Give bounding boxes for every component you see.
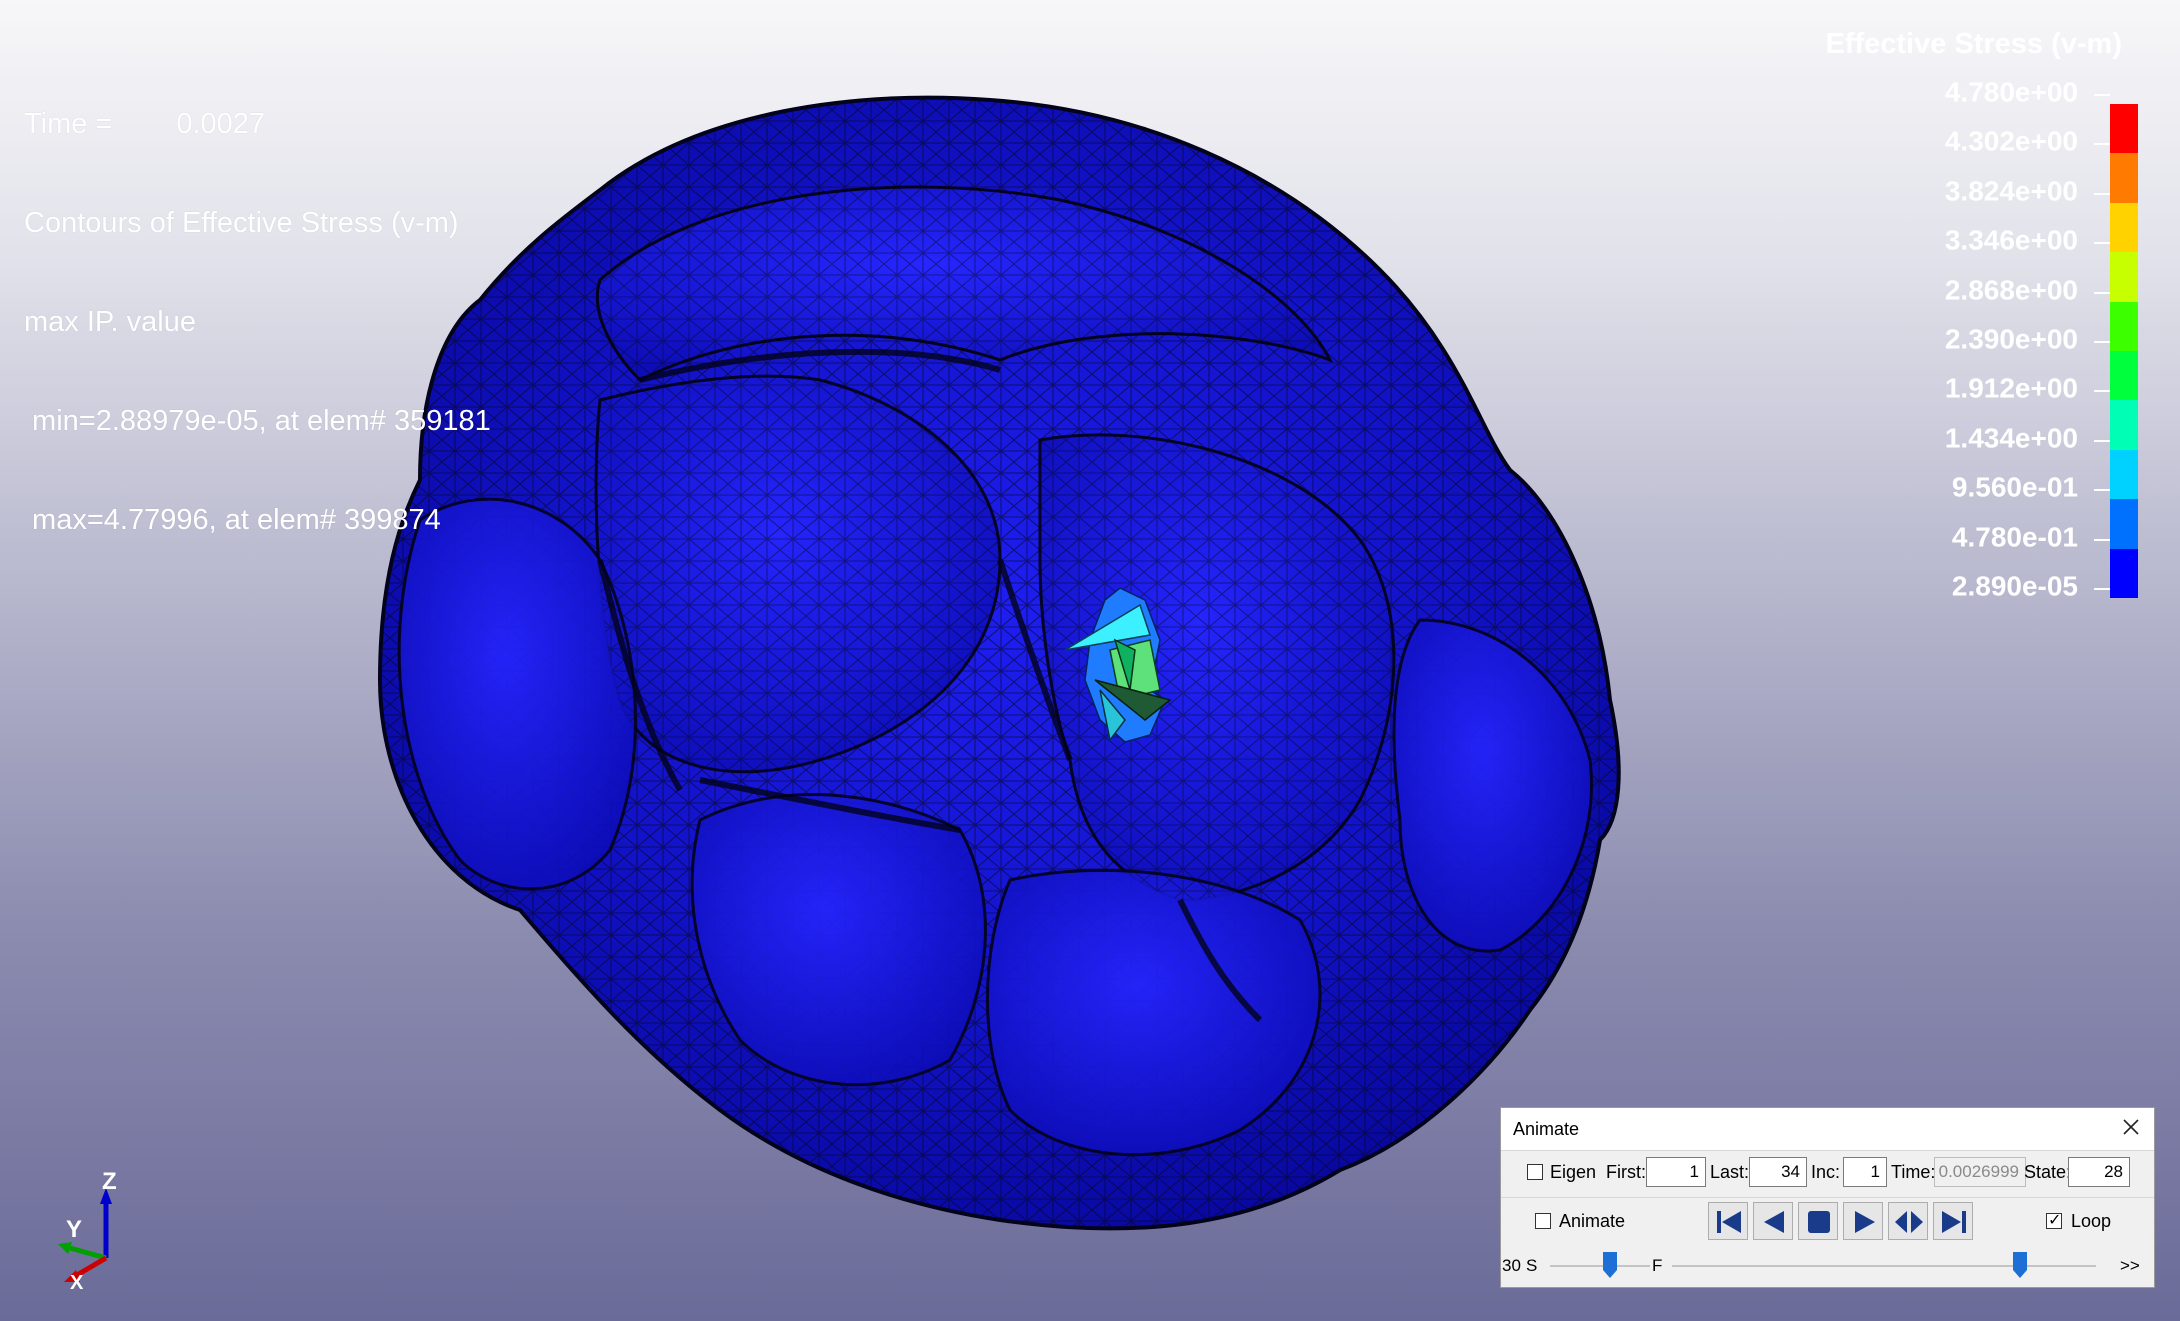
last-field[interactable]: 34: [1749, 1157, 1807, 1187]
legend-color-band: [2110, 499, 2138, 549]
legend-label: 1.434e+00: [1944, 422, 2078, 454]
legend-label: 2.890e-05: [1951, 570, 2078, 602]
z-axis-label: Z: [102, 1168, 117, 1195]
speed-value: 30: [1502, 1256, 1521, 1275]
legend-color-band: [2110, 548, 2138, 598]
legend-label: 1.912e+00: [1944, 372, 2078, 404]
legend-label: 4.780e+00: [1944, 76, 2078, 108]
state-slider-track[interactable]: [1672, 1265, 2096, 1267]
play-icon: [1855, 1211, 1875, 1233]
time-value: 0.0027: [176, 108, 266, 140]
first-frame-button[interactable]: [1708, 1202, 1748, 1240]
time-field: 0.0026999: [1934, 1157, 2026, 1187]
legend-tick: [2094, 439, 2110, 442]
result-info-overlay: Time = 0.0027 Contours of Effective Stres…: [24, 42, 491, 603]
legend-label: 2.390e+00: [1944, 323, 2078, 355]
legend-label: 4.302e+00: [1944, 125, 2078, 157]
legend-tick: [2094, 341, 2110, 343]
legend-title: Effective Stress (v-m): [1825, 28, 2122, 60]
legend-tick: [2094, 143, 2110, 146]
speed-slider-track[interactable]: [1550, 1265, 1650, 1267]
animate-label: Animate: [1559, 1211, 1626, 1231]
first-field[interactable]: 1: [1646, 1157, 1706, 1187]
legend-tick: [2094, 192, 2110, 195]
legend-tick: [2094, 242, 2110, 245]
step-both-icon: [1895, 1211, 1923, 1233]
legend-tick: [2094, 291, 2110, 294]
stop-icon: [1808, 1211, 1830, 1233]
max-value-line: max=4.77996, at elem# 399874: [24, 504, 441, 536]
legend-color-band: [2110, 400, 2138, 450]
last-frame-icon: [1942, 1211, 1966, 1233]
legend-color-band: [2110, 104, 2138, 154]
legend-tick: [2094, 390, 2110, 393]
inc-field[interactable]: 1: [1843, 1157, 1887, 1187]
legend-label: 2.868e+00: [1944, 273, 2078, 305]
legend-color-band: [2110, 351, 2138, 401]
stress-color-legend: 4.780e+00 4.302e+00 3.824e+00 3.346e+00 2.86…: [1880, 76, 2140, 602]
dialog-title: Animate: [1513, 1119, 1580, 1139]
time-label: Time =: [24, 108, 113, 140]
time-field-label: Time:: [1891, 1162, 1936, 1182]
last-label: Last:: [1710, 1162, 1750, 1182]
legend-label: 3.824e+00: [1944, 175, 2078, 207]
contour-title: Contours of Effective Stress (v-m): [24, 207, 459, 239]
first-label: First:: [1606, 1162, 1646, 1182]
fast-label: F: [1652, 1256, 1663, 1275]
x-axis-label: X: [70, 1272, 84, 1294]
play-button[interactable]: [1843, 1202, 1883, 1240]
step-back-button[interactable]: [1753, 1202, 1793, 1240]
legend-tick: [2094, 538, 2110, 541]
first-frame-icon: [1717, 1211, 1741, 1233]
legend-tick: [2094, 489, 2110, 492]
more-button[interactable]: >>: [2120, 1256, 2140, 1276]
slow-label: S: [1526, 1256, 1538, 1275]
legend-tick: [2094, 588, 2110, 590]
state-field[interactable]: 28: [2068, 1157, 2130, 1187]
legend-color-band: [2110, 301, 2138, 351]
legend-label: 9.560e-01: [1951, 471, 2078, 503]
state-slider-thumb[interactable]: [2012, 1252, 2027, 1278]
step-back-icon: [1764, 1211, 1784, 1233]
eigen-checkbox[interactable]: [1527, 1164, 1543, 1180]
inc-label: Inc:: [1811, 1162, 1841, 1182]
last-frame-button[interactable]: [1933, 1202, 1973, 1240]
legend-label: 4.780e-01: [1951, 520, 2078, 552]
axis-triad: Z Y X: [50, 1168, 140, 1300]
axis-triad-icon: [58, 1188, 112, 1282]
y-axis-label: Y: [66, 1216, 83, 1243]
dialog-titlebar[interactable]: Animate: [1501, 1108, 2154, 1150]
speed-slider-thumb[interactable]: [1603, 1252, 1617, 1278]
eigen-label: Eigen: [1550, 1162, 1597, 1182]
legend-color-band: [2110, 153, 2138, 203]
legend-color-band: [2110, 202, 2138, 253]
legend-label: 3.346e+00: [1944, 224, 2078, 256]
loop-checkbox[interactable]: [2046, 1210, 2062, 1230]
stop-button[interactable]: [1798, 1202, 1838, 1240]
animate-checkbox[interactable]: [1535, 1213, 1551, 1229]
value-type: max IP. value: [24, 306, 196, 338]
legend-color-band: [2110, 449, 2138, 500]
close-icon[interactable]: [2120, 1116, 2142, 1138]
legend-tick: [2094, 94, 2110, 96]
min-value-line: min=2.88979e-05, at elem# 359181: [24, 405, 491, 437]
state-label: State:: [2024, 1162, 2072, 1182]
loop-label: Loop: [2071, 1211, 2112, 1231]
step-both-button[interactable]: [1888, 1202, 1928, 1240]
legend-color-band: [2110, 252, 2138, 302]
